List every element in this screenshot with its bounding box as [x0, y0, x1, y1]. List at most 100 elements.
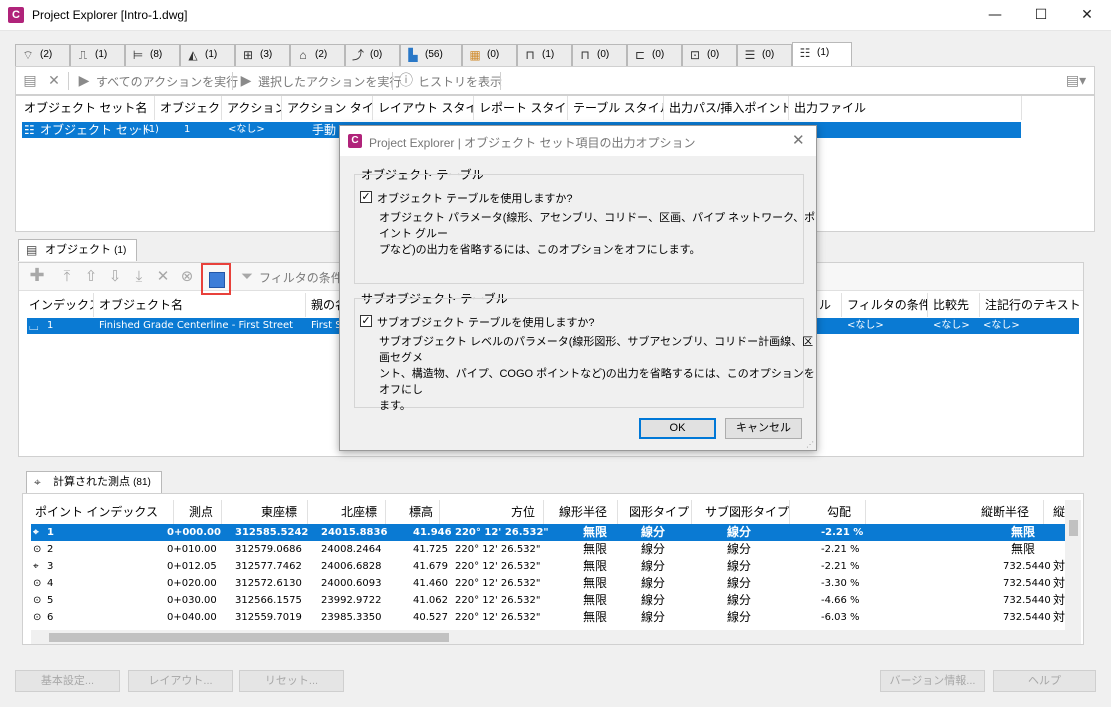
tab-parcels[interactable]: ⊡ (0) — [682, 44, 737, 66]
object-table-description: オブジェクト パラメータ(線形、アセンブリ、コリドー、区画、パイプ ネットワーク… — [379, 212, 816, 256]
resize-grip[interactable]: ⋰ — [806, 440, 814, 449]
tab-section-views[interactable]: ▦ (0) — [462, 44, 517, 66]
show-history-button[interactable]: ヒストリを表示 — [418, 73, 502, 90]
column-header[interactable]: 標高 — [409, 500, 433, 524]
output-options-dialog: C Project Explorer | オブジェクト セット項目の出力オプショ… — [339, 125, 817, 451]
tab-profiles[interactable]: ⊨ (8) — [125, 44, 180, 66]
civil3d-app-icon: C — [8, 7, 24, 23]
tab-surfaces[interactable]: ⌂ (2) — [290, 44, 345, 66]
column-header[interactable]: 測点 — [189, 500, 213, 524]
add-icon[interactable]: ✚ — [29, 267, 45, 285]
title-bar: C Project Explorer [Intro-1.dwg] — ☐ ✕ — [0, 0, 1111, 31]
horizontal-scrollbar[interactable] — [31, 630, 1081, 644]
column-header[interactable]: 縦 — [1053, 500, 1065, 524]
station-point-icon: ⌖ — [34, 475, 41, 489]
column-header[interactable]: レイアウト スタイル — [372, 96, 473, 120]
move-up-icon[interactable]: ⇧ — [83, 268, 99, 284]
vertical-scrollbar[interactable] — [1065, 500, 1081, 630]
column-header[interactable]: 図形タイプ — [629, 500, 689, 524]
grid-options-icon[interactable]: ▤▾ — [1064, 73, 1088, 89]
move-top-icon[interactable]: ⤒ — [59, 268, 75, 284]
tab-intersections[interactable]: ⊏ (0) — [627, 44, 682, 66]
pressure-network-icon: ⊓ — [580, 48, 590, 62]
reset-button[interactable]: リセット... — [239, 670, 344, 692]
column-header[interactable]: テーブル スタイル — [567, 96, 663, 120]
close-icon[interactable]: ✕ — [792, 131, 805, 149]
scroll-thumb[interactable] — [49, 633, 449, 642]
table-icon: ☰ — [744, 48, 756, 62]
delete-icon[interactable]: ✕ — [46, 73, 62, 89]
column-header[interactable]: インデックス — [23, 293, 93, 317]
column-header[interactable]: 北座標 — [341, 500, 377, 524]
output-options-button[interactable] — [201, 263, 231, 295]
tab-pressure-networks[interactable]: ⊓ (0) — [572, 44, 627, 66]
column-header[interactable]: オブジェクト名 — [93, 293, 305, 317]
tab-feature-lines[interactable]: ⤴ (0) — [345, 44, 400, 66]
table-row[interactable]: ⊙ 2 0+010.00 312579.0686 24008.2464 41.7… — [31, 541, 1066, 558]
ok-button[interactable]: OK — [639, 418, 716, 439]
column-header[interactable]: フィルタの条件 — [841, 293, 927, 317]
object-set-toolbar: ▤ ✕ ▶ すべてのアクションを実行 ▶ 選択したアクションを実行 ⓘ ヒストリ… — [15, 66, 1095, 95]
tab-point-groups[interactable]: ⌔ (2) — [15, 44, 70, 66]
section-view-icon: ▦ — [469, 48, 481, 62]
column-header[interactable]: レポート スタイル — [473, 96, 567, 120]
help-button[interactable]: ヘルプ — [993, 670, 1096, 692]
column-header[interactable]: 東座標 — [261, 500, 297, 524]
column-header[interactable]: サブ図形タイプ — [705, 500, 789, 524]
column-header[interactable]: アクション タイプ — [281, 96, 372, 120]
maximize-button[interactable]: ☐ — [1018, 0, 1064, 31]
column-header[interactable]: オブジェクト セット名 — [18, 96, 154, 120]
tab-alignments[interactable]: ⎍ (1) — [70, 44, 125, 66]
column-header[interactable]: 縦断半径 — [981, 500, 1029, 524]
station-point-icon: ⌖ — [33, 561, 39, 572]
column-header[interactable]: 注記行のテキスト — [979, 293, 1079, 317]
scroll-thumb[interactable] — [1069, 520, 1078, 536]
new-object-set-icon[interactable]: ▤ — [22, 73, 38, 89]
run-selected-icon: ▶ — [240, 73, 252, 89]
window-title: Project Explorer [Intro-1.dwg] — [32, 8, 188, 22]
tab-tables[interactable]: ☰ (0) — [737, 44, 792, 66]
run-all-actions-button[interactable]: すべてのアクションを実行 — [96, 73, 238, 90]
column-header[interactable]: 勾配 — [827, 500, 851, 524]
column-header[interactable]: アクション — [221, 96, 281, 120]
layout-button[interactable]: レイアウト... — [128, 670, 233, 692]
tab-pipe-networks[interactable]: ⊓ (1) — [517, 44, 572, 66]
tab-assemblies[interactable]: ⊞ (3) — [235, 44, 290, 66]
use-subobject-table-checkbox[interactable]: ✓ — [360, 315, 372, 327]
table-row[interactable]: ⊙ 4 0+020.00 312572.6130 24000.6093 41.4… — [31, 575, 1066, 592]
version-info-button[interactable]: バージョン情報... — [880, 670, 985, 692]
column-header[interactable]: 比較先 — [927, 293, 979, 317]
table-row[interactable]: ⌖ 1 0+000.00 312585.5242 24015.8836 41.9… — [31, 524, 1066, 541]
use-object-table-label[interactable]: オブジェクト テーブルを使用しますか? — [377, 190, 573, 206]
toolbar-divider — [68, 72, 69, 90]
cancel-button[interactable]: キャンセル — [725, 418, 802, 439]
tab-computed-stations[interactable]: ⌖ 計算された測点 (81) — [26, 471, 162, 493]
minimize-button[interactable]: — — [972, 0, 1018, 31]
column-header[interactable]: 出力パス/挿入ポイント — [663, 96, 788, 120]
dialog-title-bar: C Project Explorer | オブジェクト セット項目の出力オプショ… — [340, 126, 816, 156]
run-selected-actions-button[interactable]: 選択したアクションを実行 — [258, 73, 401, 90]
column-header[interactable]: 線形半径 — [559, 500, 607, 524]
tab-objects[interactable]: ▤ オブジェクト (1) — [18, 239, 138, 261]
clear-icon[interactable]: ⊗ — [179, 268, 195, 284]
tab-corridors[interactable]: ◭ (1) — [180, 44, 235, 66]
settings-button[interactable]: 基本設定... — [15, 670, 120, 692]
civil3d-app-icon: C — [348, 134, 362, 148]
column-header[interactable]: ポイント インデックス — [35, 500, 158, 524]
column-header[interactable]: オブジェクト — [154, 96, 221, 120]
tab-object-sets[interactable]: ☷ (1) — [792, 42, 852, 67]
remove-icon[interactable]: ✕ — [155, 268, 171, 284]
tab-sample-lines[interactable]: ▙ (56) — [400, 44, 462, 66]
use-subobject-table-label[interactable]: サブオブジェクト テーブルを使用しますか? — [377, 314, 595, 330]
use-object-table-checkbox[interactable]: ✓ — [360, 191, 372, 203]
station-point-icon: ⌖ — [33, 527, 39, 538]
table-row[interactable]: ⌖ 3 0+012.05 312577.7462 24006.6828 41.6… — [31, 558, 1066, 575]
column-header[interactable]: 出力ファイル — [788, 96, 878, 120]
move-bottom-icon[interactable]: ⤓ — [131, 268, 147, 284]
close-button[interactable]: ✕ — [1064, 0, 1110, 31]
column-header[interactable]: 方位 — [511, 500, 535, 524]
move-down-icon[interactable]: ⇩ — [107, 268, 123, 284]
table-row[interactable]: ⊙ 6 0+040.00 312559.7019 23985.3350 40.5… — [31, 609, 1066, 626]
column-header[interactable]: ル — [813, 293, 843, 317]
table-row[interactable]: ⊙ 5 0+030.00 312566.1575 23992.9722 41.0… — [31, 592, 1066, 609]
